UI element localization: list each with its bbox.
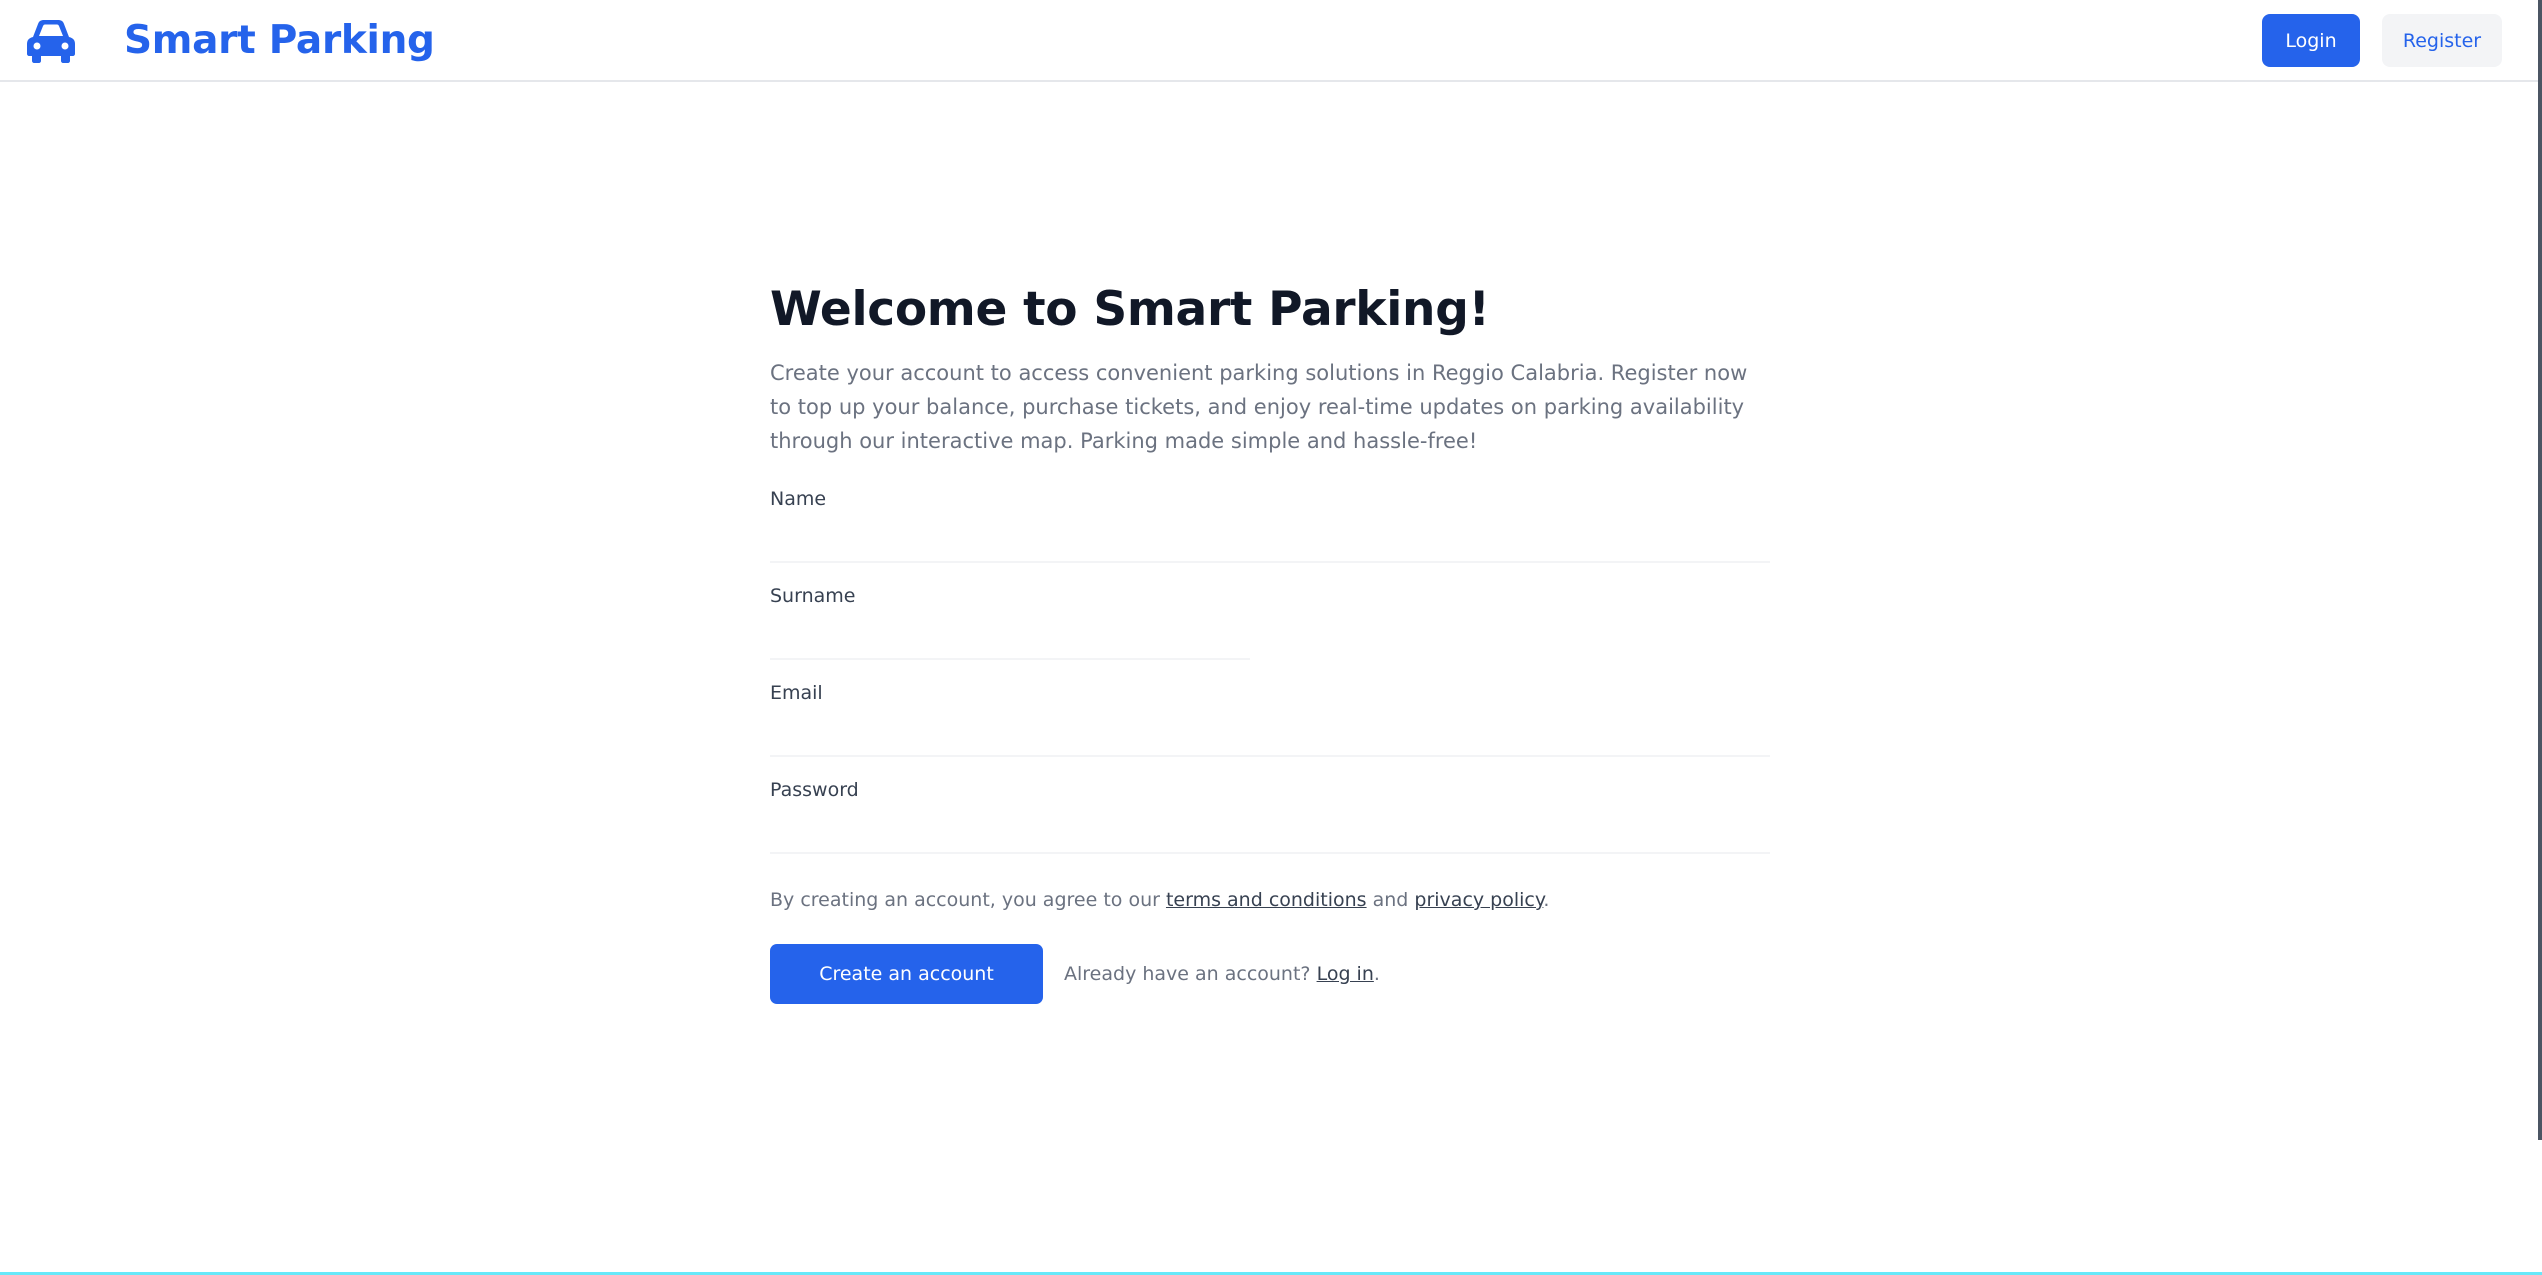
- terms-and-conditions-link[interactable]: terms and conditions: [1166, 889, 1367, 911]
- login-prompt: Already have an account? Log in.: [1064, 963, 1380, 985]
- brand-home-link[interactable]: Smart Parking: [26, 17, 435, 65]
- password-label: Password: [770, 779, 859, 801]
- nav-actions: Login Register: [2262, 14, 2502, 67]
- registration-section: Welcome to Smart Parking! Create your ac…: [770, 272, 1770, 1004]
- name-label: Name: [770, 488, 827, 510]
- login-prompt-suffix: .: [1373, 963, 1380, 985]
- password-field-group: Password: [770, 776, 1770, 866]
- privacy-policy-link[interactable]: privacy policy: [1414, 889, 1543, 911]
- page-title: Welcome to Smart Parking!: [770, 282, 1490, 337]
- terms-notice: By creating an account, you agree to our…: [770, 886, 1770, 914]
- login-button[interactable]: Login: [2262, 14, 2360, 67]
- email-field-group: Email: [770, 679, 1770, 769]
- surname-label: Surname: [770, 585, 856, 607]
- surname-input[interactable]: [770, 616, 1250, 660]
- register-page: Smart Parking Login Register Welcome to …: [0, 0, 2542, 1275]
- password-input[interactable]: [770, 810, 1770, 854]
- login-prompt-text: Already have an account?: [1064, 963, 1317, 985]
- log-in-link[interactable]: Log in: [1317, 963, 1374, 985]
- email-label: Email: [770, 682, 823, 704]
- surname-field-group: Surname: [770, 582, 1770, 672]
- registration-form: Name Surname Email Password By creating …: [770, 485, 1770, 1004]
- name-input[interactable]: [770, 519, 1770, 563]
- terms-suffix: .: [1543, 889, 1550, 911]
- terms-prefix: By creating an account, you agree to our: [770, 889, 1166, 911]
- page-scrollbar[interactable]: [2538, 0, 2542, 1140]
- name-field-group: Name: [770, 485, 1770, 575]
- car-icon: [27, 20, 75, 63]
- top-navbar: Smart Parking Login Register: [0, 0, 2542, 82]
- intro-text: Create your account to access convenient…: [770, 361, 1748, 453]
- register-button[interactable]: Register: [2382, 14, 2502, 67]
- form-actions: Create an account Already have an accoun…: [770, 944, 1770, 1004]
- create-account-button[interactable]: Create an account: [770, 944, 1043, 1004]
- terms-middle: and: [1366, 889, 1415, 911]
- brand-title: Smart Parking: [124, 18, 435, 63]
- email-input[interactable]: [770, 713, 1770, 757]
